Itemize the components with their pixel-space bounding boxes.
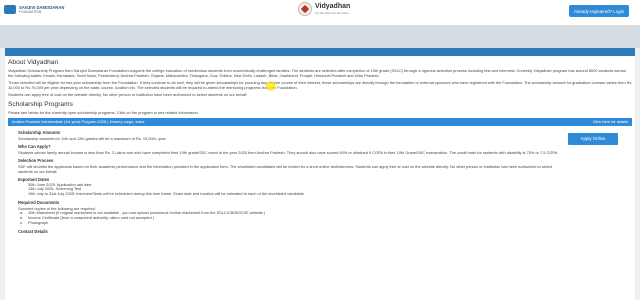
about-paragraph-1: Vidyadhan Scholarship Program from Saroj… bbox=[8, 68, 626, 79]
amounts-text: Scholarship amounts for 11th and 12th gr… bbox=[18, 135, 166, 141]
eligibility-text: Students whose family annual income is l… bbox=[18, 149, 558, 155]
vidyadhan-emblem-icon bbox=[298, 2, 312, 16]
program-title[interactable]: Andhra Pradesh Intermediate (1st year) P… bbox=[12, 119, 145, 124]
program-accordion-header[interactable]: Andhra Pradesh Intermediate (1st year) P… bbox=[8, 117, 632, 126]
login-button[interactable]: Already registered? Login bbox=[568, 5, 629, 17]
foundation-logo[interactable]: SANJIVI DAMODARAN FOUNDATION bbox=[4, 5, 64, 14]
foundation-logo-icon bbox=[4, 5, 16, 14]
documents-list: a. 10th Marksheet (If original marksheet … bbox=[18, 210, 558, 226]
program-accordion-body: Scholarship Amounts Scholarship amounts … bbox=[8, 126, 632, 234]
dates-list: 30th June 2025: Application last date 13… bbox=[18, 182, 558, 198]
brand-tagline: For the child, For the future bbox=[315, 11, 349, 15]
programs-intro: Please see below for the currently open … bbox=[8, 110, 199, 116]
banner-band bbox=[0, 26, 640, 48]
foundation-name-line2: FOUNDATION bbox=[19, 10, 42, 14]
top-header: SANJIVI DAMODARAN FOUNDATION Vidyadhan F… bbox=[0, 0, 640, 26]
apply-online-button[interactable]: Apply Online bbox=[568, 132, 618, 145]
selection-heading: Selection Process bbox=[18, 157, 54, 163]
contact-heading: Contact Details bbox=[18, 229, 48, 234]
eligibility-heading: Who Can Apply? bbox=[18, 143, 51, 149]
programs-title: Scholarship Programs bbox=[8, 101, 73, 109]
document-item: c. Photograph bbox=[20, 220, 49, 226]
selection-text: SDF will shortlist the applicants based … bbox=[18, 163, 553, 174]
about-paragraph-2: Those selected will be eligible for two … bbox=[8, 80, 632, 91]
section-divider-bar bbox=[5, 48, 635, 56]
mouse-cursor-highlight bbox=[266, 81, 276, 91]
vidyadhan-logo[interactable]: Vidyadhan For the child, For the future bbox=[298, 2, 350, 16]
about-title: About Vidyadhan bbox=[8, 59, 59, 66]
page: SANJIVI DAMODARAN FOUNDATION Vidyadhan F… bbox=[0, 0, 640, 300]
dates-heading: Important Dates bbox=[18, 176, 50, 182]
amounts-heading: Scholarship Amounts bbox=[18, 129, 61, 135]
documents-heading: Required Documents bbox=[18, 200, 60, 206]
about-paragraph-3: Students can apply free of cost on the w… bbox=[8, 92, 247, 98]
brand-name: Vidyadhan bbox=[315, 3, 351, 10]
main-content: About Vidyadhan Vidyadhan Scholarship Pr… bbox=[5, 48, 635, 300]
date-item: 19th July to 31st July 2025: Interview/T… bbox=[28, 191, 306, 197]
program-details-link[interactable]: Click here for details bbox=[593, 119, 628, 124]
